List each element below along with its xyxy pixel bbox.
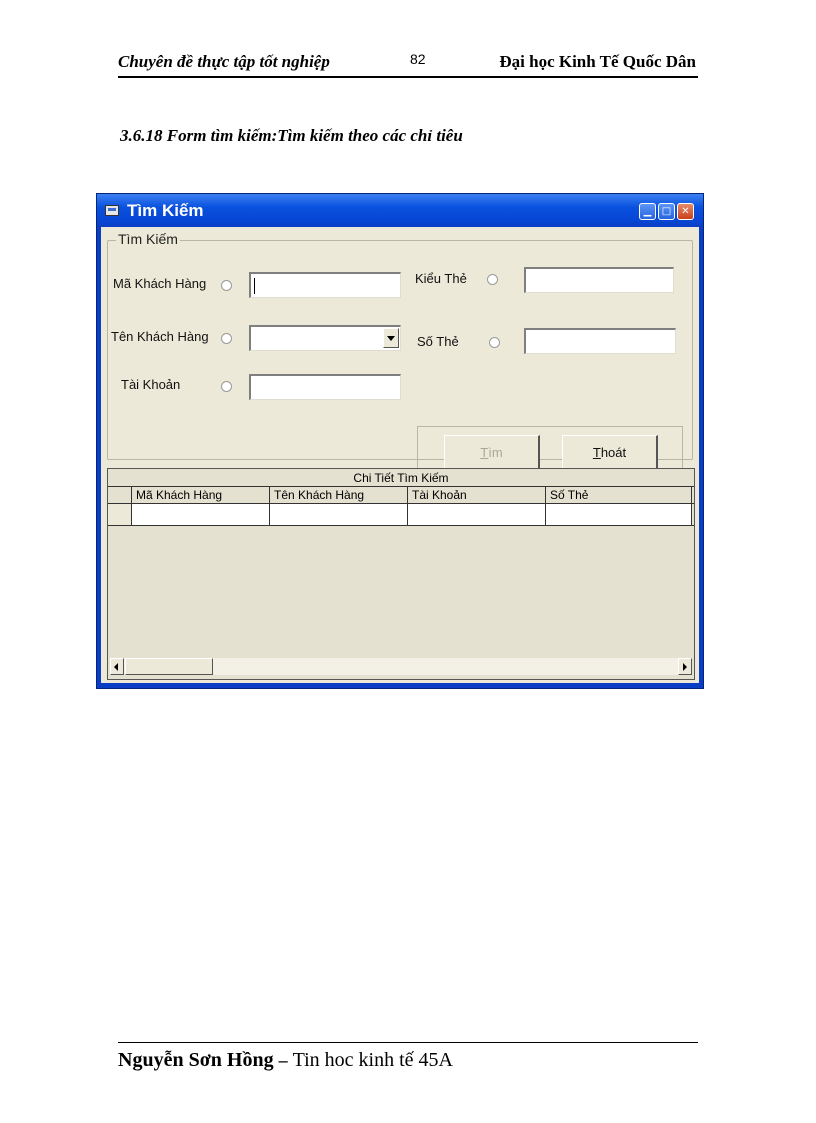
window-title: Tìm Kiếm [127,201,204,220]
scroll-right-icon[interactable] [678,658,692,675]
customer-code-input[interactable] [249,272,401,298]
window-client-area: Tìm Kiếm Mã Khách Hàng Tên Khách Hàng Tà… [101,227,699,683]
text-caret [254,278,255,294]
table-cell[interactable] [132,504,270,525]
table-cell[interactable] [270,504,408,525]
account-label: Tài Khoản [121,377,181,392]
customer-code-label: Mã Khách Hàng [113,276,207,291]
table-cell[interactable] [408,504,546,525]
results-grid[interactable]: Chi Tiết Tìm Kiếm Mã Khách Hàng Tên Khác… [107,468,695,680]
search-window: Tìm Kiếm ▁ □ ✕ Tìm Kiếm Mã Khách Hàng Tê… [96,193,704,689]
table-cell[interactable] [546,504,692,525]
row-selector-cell[interactable] [108,504,132,525]
scroll-left-icon[interactable] [110,658,124,675]
section-title: 3.6.18 Form tìm kiếm:Tìm kiếm theo các c… [120,126,463,145]
grid-header-customer-code[interactable]: Mã Khách Hàng [132,487,270,503]
table-row[interactable] [108,504,694,526]
grid-caption: Chi Tiết Tìm Kiếm [108,469,694,487]
search-group-label: Tìm Kiếm [116,231,180,247]
grid-header-customer-name[interactable]: Tên Khách Hàng [270,487,408,503]
card-number-input[interactable] [524,328,676,354]
grid-header-account[interactable]: Tài Khoản [408,487,546,503]
exit-button-accel: T [592,445,601,460]
grid-header-card-number[interactable]: Số Thẻ [546,487,692,503]
card-type-input[interactable] [524,267,674,293]
header-course-title: Chuyên đề thực tập tốt nghiệp [118,52,330,71]
account-input[interactable] [249,374,401,400]
card-type-label: Kiểu Thẻ [415,271,467,286]
customer-code-radio[interactable] [221,280,232,291]
maximize-icon[interactable]: □ [658,203,675,220]
customer-name-label: Tên Khách Hàng [111,329,209,344]
exit-button-label: hoát [600,445,627,460]
grid-row-selector-header [108,487,132,503]
chevron-down-icon[interactable] [383,328,399,348]
card-number-radio[interactable] [489,337,500,348]
app-icon[interactable] [105,205,119,216]
footer-author: Nguyễn Sơn Hồng [118,1049,274,1071]
footer-separator: – [278,1050,288,1070]
close-icon[interactable]: ✕ [677,203,694,220]
window-titlebar[interactable]: Tìm Kiếm ▁ □ ✕ [97,194,703,227]
document-footer: Nguyễn Sơn Hồng – Tin hoc kinh tế 45A [118,1042,698,1071]
horizontal-scrollbar[interactable] [110,658,692,675]
card-number-label: Số Thẻ [417,334,459,349]
scrollbar-thumb[interactable] [125,658,213,675]
header-university: Đại học Kinh Tế Quốc Dân [499,52,696,71]
page-number: 82 [410,51,426,67]
document-header: Chuyên đề thực tập tốt nghiệp 82 Đại học… [118,50,698,78]
footer-line: Nguyễn Sơn Hồng – Tin hoc kinh tế 45A [118,1049,453,1072]
account-radio[interactable] [221,381,232,392]
card-type-radio[interactable] [487,274,498,285]
minimize-icon[interactable]: ▁ [639,203,656,220]
grid-header-row: Mã Khách Hàng Tên Khách Hàng Tài Khoản S… [108,487,694,504]
customer-name-radio[interactable] [221,333,232,344]
footer-class: Tin hoc kinh tế 45A [292,1049,453,1071]
find-button-label: ìm [488,445,503,460]
customer-name-combobox[interactable] [249,325,401,351]
